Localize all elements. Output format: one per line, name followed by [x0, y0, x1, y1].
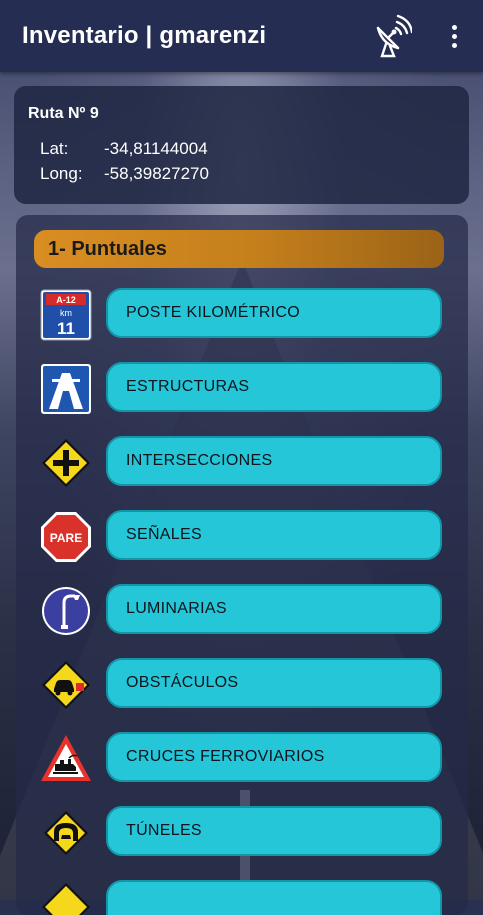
street-light-icon — [40, 585, 92, 637]
list-item: A-12 km 11 POSTE KILOMÉTRICO — [40, 288, 444, 342]
luminarias-button[interactable]: LUMINARIAS — [106, 584, 442, 634]
tuneles-button[interactable]: TÚNELES — [106, 806, 442, 856]
stop-sign-icon: PARE — [40, 511, 92, 563]
longitude-value: -58,39827270 — [104, 164, 209, 183]
list-item: INTERSECCIONES — [40, 436, 444, 490]
obstaculos-button[interactable]: OBSTÁCULOS — [106, 658, 442, 708]
satellite-dish-icon[interactable] — [372, 14, 414, 58]
menu-dot — [451, 24, 457, 30]
cruces-ferroviarios-button[interactable]: CRUCES FERROVIARIOS — [106, 732, 442, 782]
menu-dot — [451, 33, 457, 39]
list-item: TÚNELES — [40, 806, 444, 860]
railway-crossing-sign-icon — [40, 733, 92, 785]
list-item: PARE SEÑALES — [40, 510, 444, 564]
list-item: LUMINARIAS — [40, 584, 444, 638]
section-title: 1- Puntuales — [48, 237, 167, 260]
stop-sign-text: PARE — [50, 531, 82, 545]
km-sign-number: 11 — [57, 319, 75, 338]
latitude-value: -34,81144004 — [104, 139, 208, 158]
more-vert-icon[interactable] — [438, 16, 470, 56]
list-item: ESTRUCTURAS — [40, 362, 444, 416]
longitude-label: Long: — [40, 164, 83, 183]
intersection-sign-icon — [40, 437, 92, 489]
obstacle-sign-icon — [40, 659, 92, 711]
tunnel-sign-icon — [40, 807, 92, 859]
km-sign-unit: km — [60, 308, 72, 318]
senales-button[interactable]: SEÑALES — [106, 510, 442, 560]
app-bar: Inventario | gmarenzi — [0, 0, 483, 72]
longitude-row: Long: -58,39827270 — [40, 164, 209, 184]
estructuras-button[interactable]: ESTRUCTURAS — [106, 362, 442, 412]
km-post-sign-icon: A-12 km 11 — [40, 289, 92, 341]
warning-sign-icon — [40, 881, 92, 915]
latitude-label: Lat: — [40, 139, 69, 158]
latitude-row: Lat: -34,81144004 — [40, 139, 208, 159]
category-panel: 1- Puntuales A-12 km 11 POSTE KILOMÉTRIC… — [16, 215, 468, 915]
menu-dot — [451, 42, 457, 48]
location-card: Ruta Nº 9 Lat: -34,81144004 Long: -58,3982… — [14, 86, 469, 204]
list-item-button[interactable] — [106, 880, 442, 915]
section-header: 1- Puntuales — [34, 230, 444, 268]
list-item: CRUCES FERROVIARIOS — [40, 732, 444, 786]
list-item — [40, 880, 444, 915]
list-item: OBSTÁCULOS — [40, 658, 444, 712]
route-name: Ruta Nº 9 — [28, 105, 99, 122]
app-title: Inventario | gmarenzi — [22, 22, 267, 49]
poste-kilometrico-button[interactable]: POSTE KILOMÉTRICO — [106, 288, 442, 338]
km-sign-route: A-12 — [56, 295, 76, 305]
intersecciones-button[interactable]: INTERSECCIONES — [106, 436, 442, 486]
highway-sign-icon — [40, 363, 92, 415]
